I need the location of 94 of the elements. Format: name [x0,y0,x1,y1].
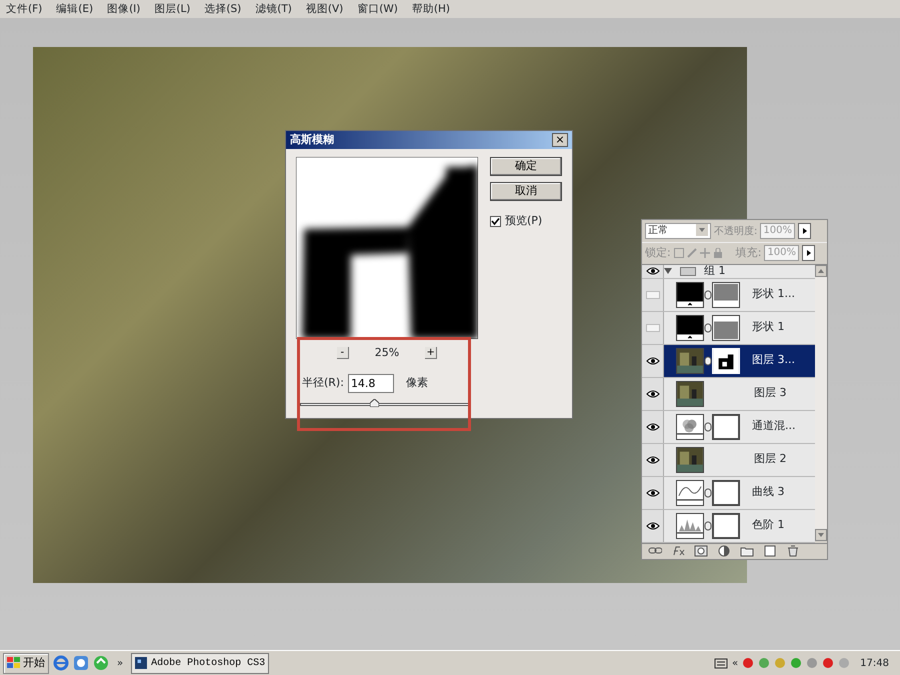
layer-row[interactable]: 通道混... [642,410,815,444]
task-title: Adobe Photoshop CS3 [151,656,266,670]
link-icon[interactable] [704,422,712,432]
start-button[interactable]: 开始 [3,652,49,674]
radius-label: 半径(R): [302,374,344,391]
layer-name: 色阶 1 [752,517,784,534]
scrollbar[interactable] [815,264,827,540]
unit-label: 像素 [406,374,428,391]
adjustment-icon[interactable] [717,545,731,558]
new-layer-icon[interactable] [763,545,777,558]
eye-icon[interactable] [646,488,660,496]
menu-item[interactable]: 文件(F) [6,2,42,16]
eye-icon[interactable] [646,522,660,530]
folder-icon[interactable] [740,545,754,558]
refresh-icon[interactable] [93,655,109,671]
eye-icon[interactable] [646,267,660,275]
keyboard-icon[interactable] [714,657,728,669]
layer-row[interactable]: 图层 2 [642,444,815,476]
visibility-toggle[interactable] [646,290,660,298]
layer-name: 曲线 3 [752,484,784,500]
fill-label: 填充: [736,245,762,261]
layer-row[interactable]: 色阶 1 [642,510,815,542]
radius-field[interactable]: 14.8 [348,374,394,392]
dialog-button[interactable]: 确定 [490,157,562,176]
preview-label: 预览(P) [505,213,542,229]
folder-icon [680,266,696,276]
shape-thumbnail [676,314,704,340]
link-icon[interactable] [704,488,712,498]
menu-item[interactable]: 选择(S) [204,2,242,16]
windows-logo-icon [7,657,21,669]
eye-icon[interactable] [646,422,660,430]
menu-item[interactable]: 帮助(H) [412,2,450,16]
layer-name: 图层 2 [754,451,786,468]
mask-icon[interactable] [694,545,708,558]
eye-icon[interactable] [646,390,660,398]
circles-thumbnail [676,414,704,440]
menu-item[interactable]: 视图(V) [306,2,344,16]
layer-row[interactable]: 形状 1... [642,278,815,312]
close-button[interactable]: × [552,133,568,147]
photo-thumbnail [676,348,704,374]
layer-name: 通道混... [752,418,796,434]
layer-row[interactable]: 图层 3 [642,378,815,410]
eye-icon[interactable] [646,456,660,464]
taskbar-button[interactable]: Adobe Photoshop CS3 [131,652,270,674]
group-name[interactable]: 组 1 [704,262,726,280]
mask-thumbnail [712,282,740,308]
dialog-title: 高斯模糊 [290,132,334,148]
lock-label: 锁定: [645,245,671,261]
link-icon[interactable] [704,356,712,366]
blend-mode-dropdown[interactable]: 正常 [645,223,711,239]
histogram-thumbnail [676,512,704,538]
mask-thumbnail [712,314,740,340]
menu-item[interactable]: 图层(L) [154,2,190,16]
mask-thumbnail [712,480,740,506]
layer-name: 图层 3... [752,352,795,368]
layer-row[interactable]: 形状 1 [642,312,815,344]
tray-chevron[interactable]: « [732,656,738,670]
browser-icon[interactable] [53,655,69,671]
shape-thumbnail [676,282,704,308]
menu-item[interactable]: 图像(I) [107,2,140,16]
more-chevron[interactable]: » [117,656,124,670]
clock: 17:48 [860,656,889,670]
curve-thumbnail [676,480,704,506]
photo-thumbnail [676,380,704,406]
mask-thumbnail [712,348,740,374]
zoom-in-button[interactable]: + [425,347,438,360]
menu-item[interactable]: 编辑(E) [56,2,94,16]
layer-name: 图层 3 [754,385,786,402]
visibility-toggle[interactable] [646,324,660,332]
slider-thumb[interactable] [370,398,379,406]
zoom-level: 25% [374,345,400,361]
blend-mode-value: 正常 [648,224,668,238]
layer-name: 形状 1... [752,286,795,302]
effects-icon[interactable] [671,545,685,558]
mask-thumbnail [712,512,740,538]
trash-icon[interactable] [786,545,800,558]
menu-item[interactable]: 滤镜(T) [255,2,292,16]
menu-item[interactable]: 窗口(W) [357,2,398,16]
link-icon[interactable] [704,290,712,300]
dialog-button[interactable]: 取消 [490,182,562,201]
mask-thumbnail [712,414,740,440]
zoom-out-button[interactable]: - [336,347,349,360]
opacity-label: 不透明度: [714,224,758,238]
preview-checkbox[interactable] [490,216,501,227]
photo-thumbnail [676,446,704,472]
app-icon[interactable] [73,655,89,671]
link-icon[interactable] [704,520,712,530]
photoshop-icon [135,656,148,670]
layer-row[interactable]: 曲线 3 [642,476,815,510]
layer-row[interactable]: 图层 3... [642,344,815,378]
link-icon[interactable] [704,322,712,332]
expand-arrow-icon[interactable] [664,268,672,274]
layer-name: 形状 1 [752,319,784,336]
eye-icon[interactable] [646,356,660,364]
